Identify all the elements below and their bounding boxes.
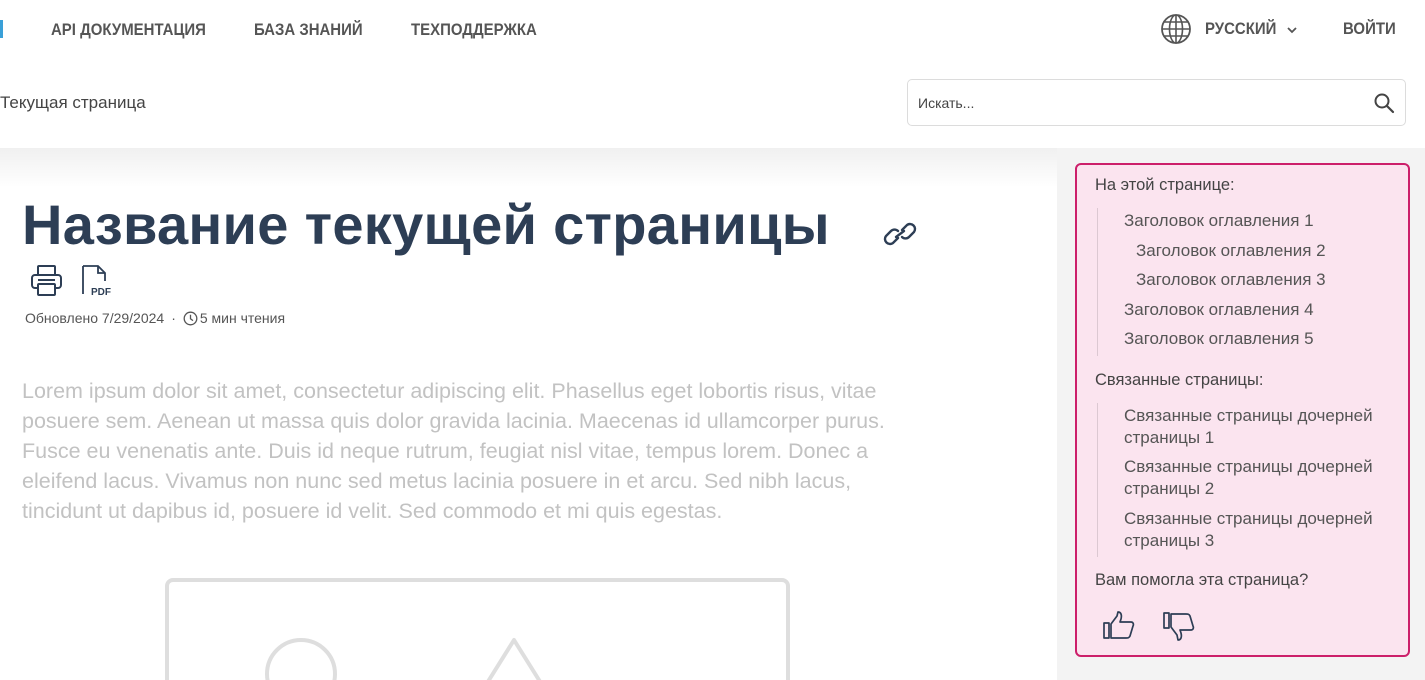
main-content: Название текущей страницы PDF Обновлено … bbox=[0, 148, 1057, 680]
related-list: Связанные страницы дочерней страницы 1 С… bbox=[1097, 403, 1373, 557]
body-text: Lorem ipsum dolor sit amet, consectetur … bbox=[22, 379, 885, 523]
search-box bbox=[907, 79, 1406, 126]
toc-title: На этой странице: bbox=[1095, 176, 1235, 194]
nav-link-api-docs[interactable]: API ДОКУМЕНТАЦИЯ bbox=[51, 20, 206, 40]
nav-link-knowledge-base[interactable]: БАЗА ЗНАНИЙ bbox=[254, 20, 363, 40]
nav-link-support[interactable]: ТЕХПОДДЕРЖКА bbox=[411, 20, 537, 40]
logo-accent bbox=[0, 20, 3, 38]
page-meta: Обновлено 7/29/2024 · 5 мин чтения bbox=[25, 310, 285, 326]
thumbs-up-icon[interactable] bbox=[1102, 610, 1136, 642]
toc-item-3[interactable]: Заголовок оглавления 3 bbox=[1136, 270, 1326, 290]
toc-list: Заголовок оглавления 1 Заголовок оглавле… bbox=[1097, 208, 1326, 356]
image-placeholder-icon bbox=[265, 638, 542, 680]
clock-icon bbox=[183, 311, 198, 325]
pdf-icon[interactable]: PDF bbox=[80, 264, 113, 298]
breadcrumb[interactable]: Текущая страница bbox=[0, 93, 146, 113]
read-time: 5 мин чтения bbox=[199, 310, 286, 326]
search-input[interactable] bbox=[918, 90, 1348, 116]
thumbs-down-icon[interactable] bbox=[1162, 610, 1196, 642]
sub-header: Текущая страница bbox=[0, 60, 1425, 148]
toc-item-1[interactable]: Заголовок оглавления 1 bbox=[1124, 211, 1314, 231]
toc-item-5[interactable]: Заголовок оглавления 5 bbox=[1124, 329, 1314, 349]
print-icon[interactable] bbox=[30, 264, 63, 297]
page-title: Название текущей страницы bbox=[22, 193, 830, 256]
feedback-title: Вам помогла эта страница? bbox=[1095, 571, 1309, 589]
toc-panel: На этой странице: Заголовок оглавления 1… bbox=[1075, 163, 1410, 657]
link-icon[interactable] bbox=[882, 220, 920, 248]
image-placeholder bbox=[165, 578, 790, 680]
login-button[interactable]: ВОЙТИ bbox=[1343, 19, 1396, 39]
top-navigation: API ДОКУМЕНТАЦИЯ БАЗА ЗНАНИЙ ТЕХПОДДЕРЖК… bbox=[0, 0, 1425, 60]
chevron-down-icon bbox=[1287, 27, 1297, 34]
updated-date: Обновлено 7/29/2024 bbox=[25, 310, 165, 326]
related-item-2[interactable]: Связанные страницы дочерней страницы 2 bbox=[1124, 456, 1399, 500]
language-label: РУССКИЙ bbox=[1205, 19, 1277, 38]
related-item-1[interactable]: Связанные страницы дочерней страницы 1 bbox=[1124, 405, 1399, 449]
search-icon[interactable] bbox=[1373, 92, 1395, 114]
content-shadow bbox=[0, 148, 1057, 188]
pdf-label: PDF bbox=[91, 287, 111, 298]
language-selector[interactable]: РУССКИЙ bbox=[1160, 13, 1297, 45]
toc-item-2[interactable]: Заголовок оглавления 2 bbox=[1136, 241, 1326, 261]
related-title: Связанные страницы: bbox=[1095, 371, 1264, 389]
globe-icon bbox=[1161, 14, 1191, 44]
toc-item-4[interactable]: Заголовок оглавления 4 bbox=[1124, 300, 1314, 320]
related-item-3[interactable]: Связанные страницы дочерней страницы 3 bbox=[1124, 508, 1399, 552]
meta-separator: · bbox=[171, 310, 176, 326]
